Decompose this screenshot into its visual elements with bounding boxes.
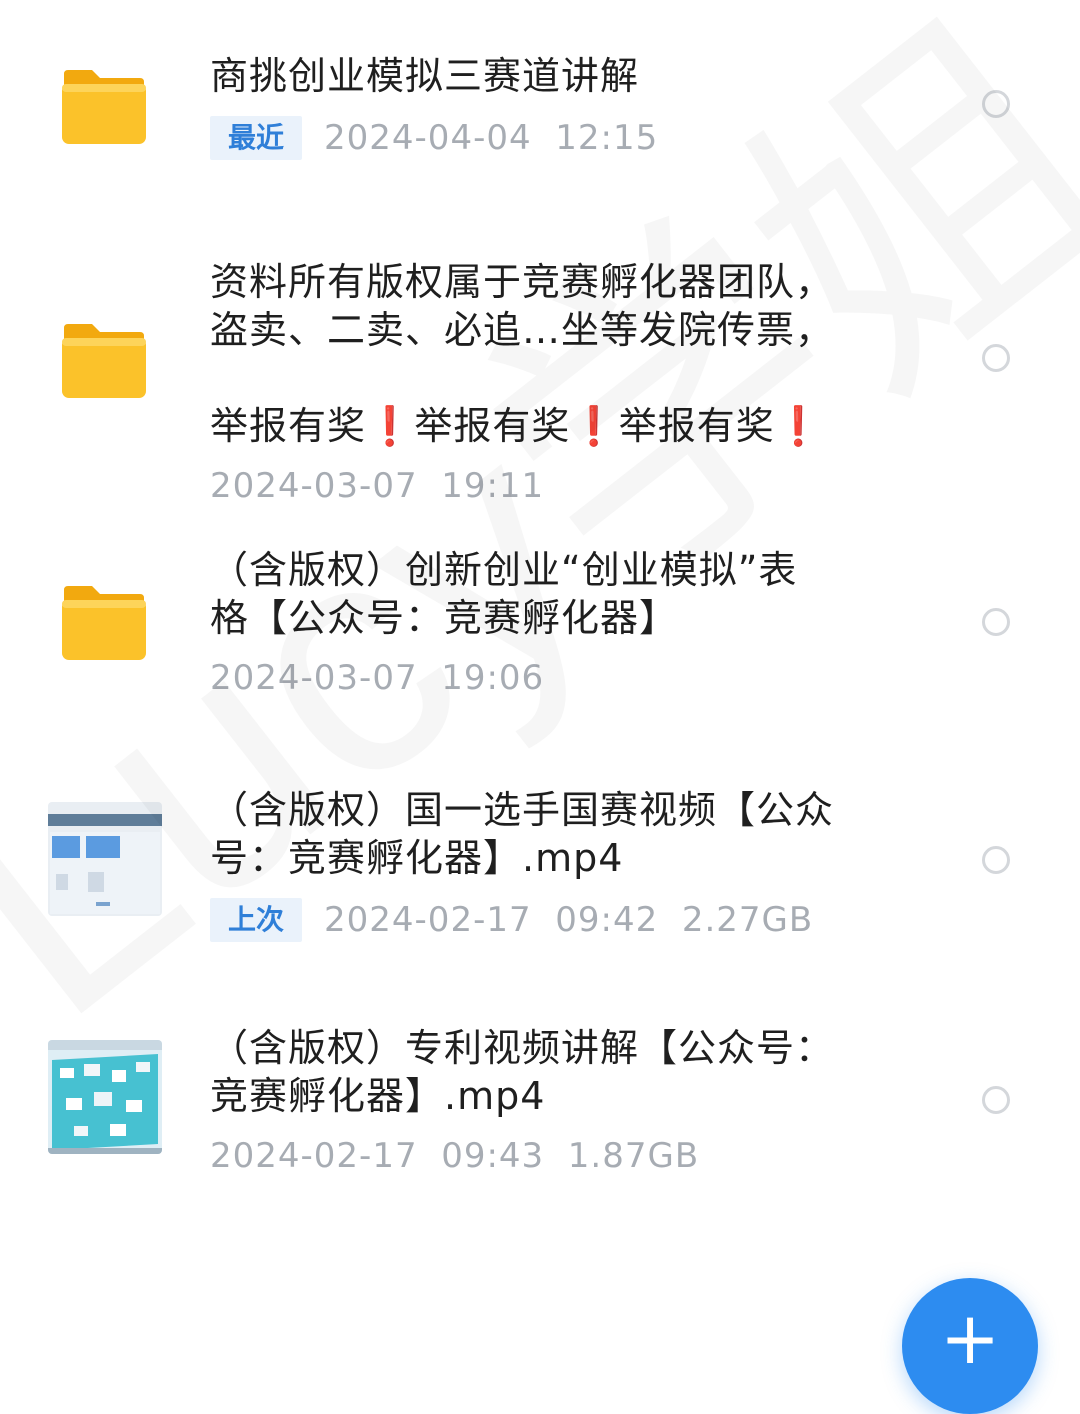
exclamation-icon: ❗ [774,404,824,448]
file-name: （含版权）专利视频讲解【公众号： 竞赛孵化器】.mp4 [210,1026,835,1118]
file-meta: 2024-04-04 12:15 [324,118,659,158]
recent-badge: 最近 [210,116,303,160]
last-viewed-badge: 上次 [210,898,303,942]
list-item[interactable]: （含版权）创新创业“创业模拟”表 格【公众号：竞赛孵化器】 2024-03-07… [0,546,1080,716]
file-name-line-1: 资料所有版权属于竞赛孵化器团队， [210,260,835,304]
file-name: （含版权）创新创业“创业模拟”表 格【公众号：竞赛孵化器】 [210,548,798,640]
file-meta: 2024-03-07 19:06 [210,658,545,698]
file-name-line-2: 盗卖、二卖、必追…坐等发院传票， [210,308,835,352]
list-item[interactable]: 商挑创业模拟三赛道讲解 最近 2024-04-04 12:15 [0,40,1080,190]
exclamation-icon: ❗ [366,404,415,448]
file-meta: 2024-02-17 09:42 2.27GB [324,900,814,940]
list-item[interactable]: 资料所有版权属于竞赛孵化器团队， 盗卖、二卖、必追…坐等发院传票， 举报有奖❗举… [0,258,1080,506]
exclamation-icon: ❗ [570,404,619,448]
add-button[interactable]: + [902,1278,1038,1414]
list-item[interactable]: （含版权）专利视频讲解【公众号： 竞赛孵化器】.mp4 2024-02-17 0… [0,1024,1080,1194]
file-name: 商挑创业模拟三赛道讲解 [210,54,640,98]
select-radio[interactable] [982,846,1010,874]
file-meta: 2024-03-07 19:11 [210,466,545,506]
select-radio[interactable] [982,90,1010,118]
list-item[interactable]: （含版权）国一选手国赛视频【公众 号：竞赛孵化器】.mp4 上次 2024-02… [0,786,1080,956]
file-name: （含版权）国一选手国赛视频【公众 号：竞赛孵化器】.mp4 [210,788,835,880]
select-radio[interactable] [982,1086,1010,1114]
select-radio[interactable] [982,344,1010,372]
select-radio[interactable] [982,608,1010,636]
file-meta: 2024-02-17 09:43 1.87GB [210,1136,700,1176]
file-name-line-3: 举报有奖❗举报有奖❗举报有奖❗ [210,404,824,448]
plus-icon: + [939,1296,1001,1380]
